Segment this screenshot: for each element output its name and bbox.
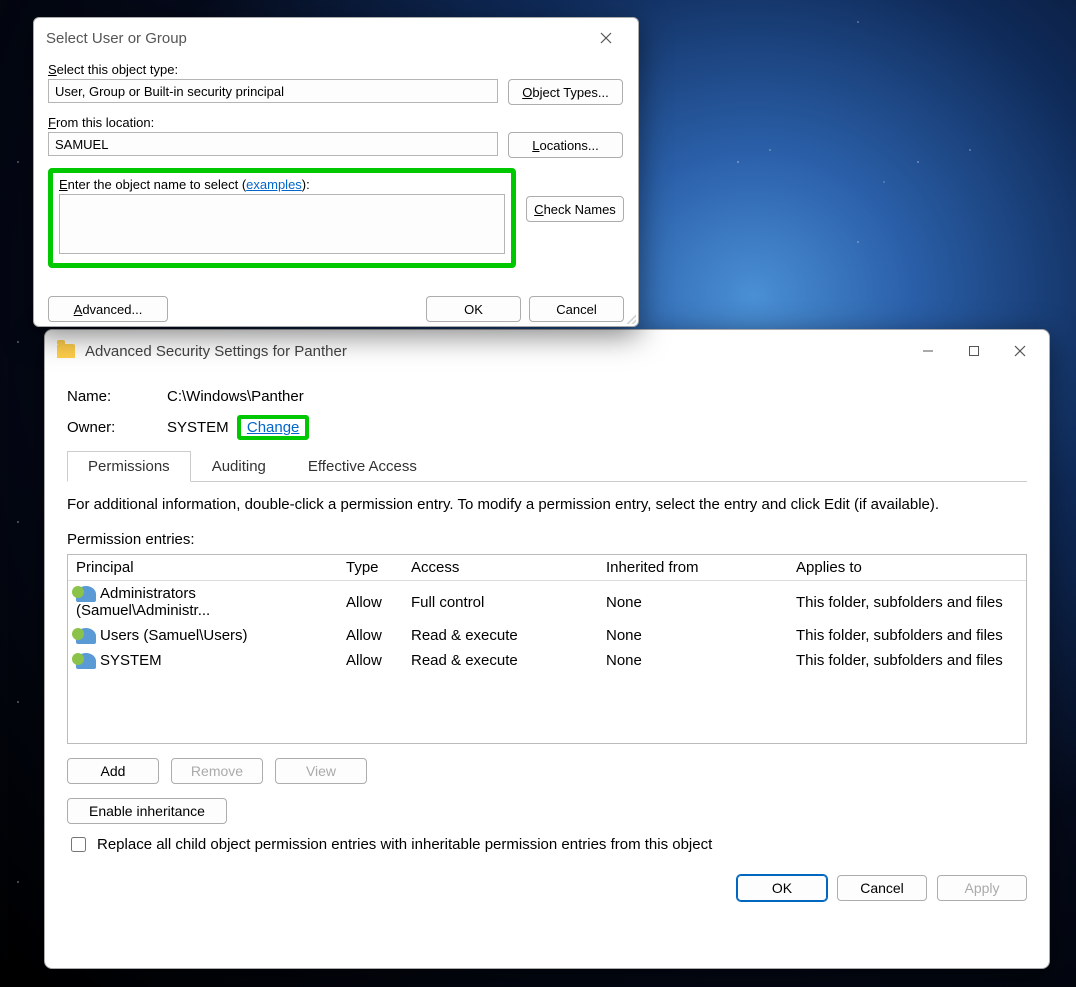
close-button[interactable] [586,24,626,52]
table-header: Principal Type Access Inherited from App… [68,555,1026,581]
check-names-button[interactable]: Check Names [526,196,624,222]
advanced-button[interactable]: Advanced... [48,296,168,322]
replace-child-entries-input[interactable] [71,837,86,852]
cell-access: Full control [403,590,598,615]
table-row[interactable]: Users (Samuel\Users) AllowRead & executeN… [68,623,1026,648]
cancel-button[interactable]: Cancel [837,875,927,901]
close-button[interactable] [997,336,1043,366]
minimize-button[interactable] [905,336,951,366]
cell-principal: SYSTEM [100,652,162,669]
col-principal[interactable]: Principal [68,555,338,580]
col-access[interactable]: Access [403,555,598,580]
cell-type: Allow [338,590,403,615]
folder-icon [57,344,75,358]
object-name-input[interactable] [59,194,505,254]
object-type-label: Select this object type: [48,62,624,77]
advanced-security-settings-window: Advanced Security Settings for Panther N… [44,329,1050,969]
name-value: C:\Windows\Panther [167,388,304,405]
titlebar[interactable]: Advanced Security Settings for Panther [45,330,1049,372]
object-types-button[interactable]: Object Types... [508,79,623,105]
owner-label: Owner: [67,419,167,436]
description-text: For additional information, double-click… [67,496,1027,513]
change-owner-link[interactable]: Change [237,415,310,440]
col-inherited[interactable]: Inherited from [598,555,788,580]
name-label: Name: [67,388,167,405]
replace-child-entries-label: Replace all child object permission entr… [97,836,712,853]
titlebar[interactable]: Select User or Group [34,18,638,58]
select-user-or-group-dialog: Select User or Group Select this object … [33,17,639,327]
view-button[interactable]: View [275,758,367,784]
col-type[interactable]: Type [338,555,403,580]
dialog-title: Select User or Group [46,30,187,47]
location-label: From this location: [48,115,624,130]
permission-entries-table[interactable]: Principal Type Access Inherited from App… [67,554,1027,744]
cell-inherited: None [598,623,788,648]
examples-link[interactable]: examples [246,177,302,192]
cell-access: Read & execute [403,648,598,673]
cell-type: Allow [338,623,403,648]
object-name-highlight: Enter the object name to select (example… [48,168,516,268]
replace-child-entries-checkbox[interactable]: Replace all child object permission entr… [67,834,1027,855]
maximize-button[interactable] [951,336,997,366]
location-field[interactable] [48,132,498,156]
add-button[interactable]: Add [67,758,159,784]
cell-applies: This folder, subfolders and files [788,648,1026,673]
ok-button[interactable]: OK [737,875,827,901]
table-row[interactable]: Administrators (Samuel\Administr... Allow… [68,581,1026,623]
ok-button[interactable]: OK [426,296,521,322]
cell-principal: Users (Samuel\Users) [100,627,248,644]
principal-icon [76,628,96,644]
tab-permissions[interactable]: Permissions [67,451,191,482]
table-row[interactable]: SYSTEM AllowRead & executeNoneThis folder… [68,648,1026,673]
owner-value: SYSTEM [167,419,229,436]
apply-button[interactable]: Apply [937,875,1027,901]
cell-applies: This folder, subfolders and files [788,590,1026,615]
remove-button[interactable]: Remove [171,758,263,784]
col-applies[interactable]: Applies to [788,555,1026,580]
entries-label: Permission entries: [67,531,1027,548]
object-type-field[interactable] [48,79,498,103]
window-title: Advanced Security Settings for Panther [85,343,347,360]
locations-button[interactable]: Locations... [508,132,623,158]
principal-icon [76,653,96,669]
tab-effective-access[interactable]: Effective Access [287,451,438,482]
cell-inherited: None [598,648,788,673]
cell-applies: This folder, subfolders and files [788,623,1026,648]
cell-access: Read & execute [403,623,598,648]
cell-principal: Administrators (Samuel\Administr... [76,585,210,619]
resize-grip-icon[interactable] [624,312,636,324]
tab-auditing[interactable]: Auditing [191,451,287,482]
principal-icon [76,586,96,602]
cancel-button[interactable]: Cancel [529,296,624,322]
enable-inheritance-button[interactable]: Enable inheritance [67,798,227,824]
tabs: Permissions Auditing Effective Access [67,450,1027,482]
cell-inherited: None [598,590,788,615]
object-name-label: Enter the object name to select (example… [59,177,505,192]
cell-type: Allow [338,648,403,673]
